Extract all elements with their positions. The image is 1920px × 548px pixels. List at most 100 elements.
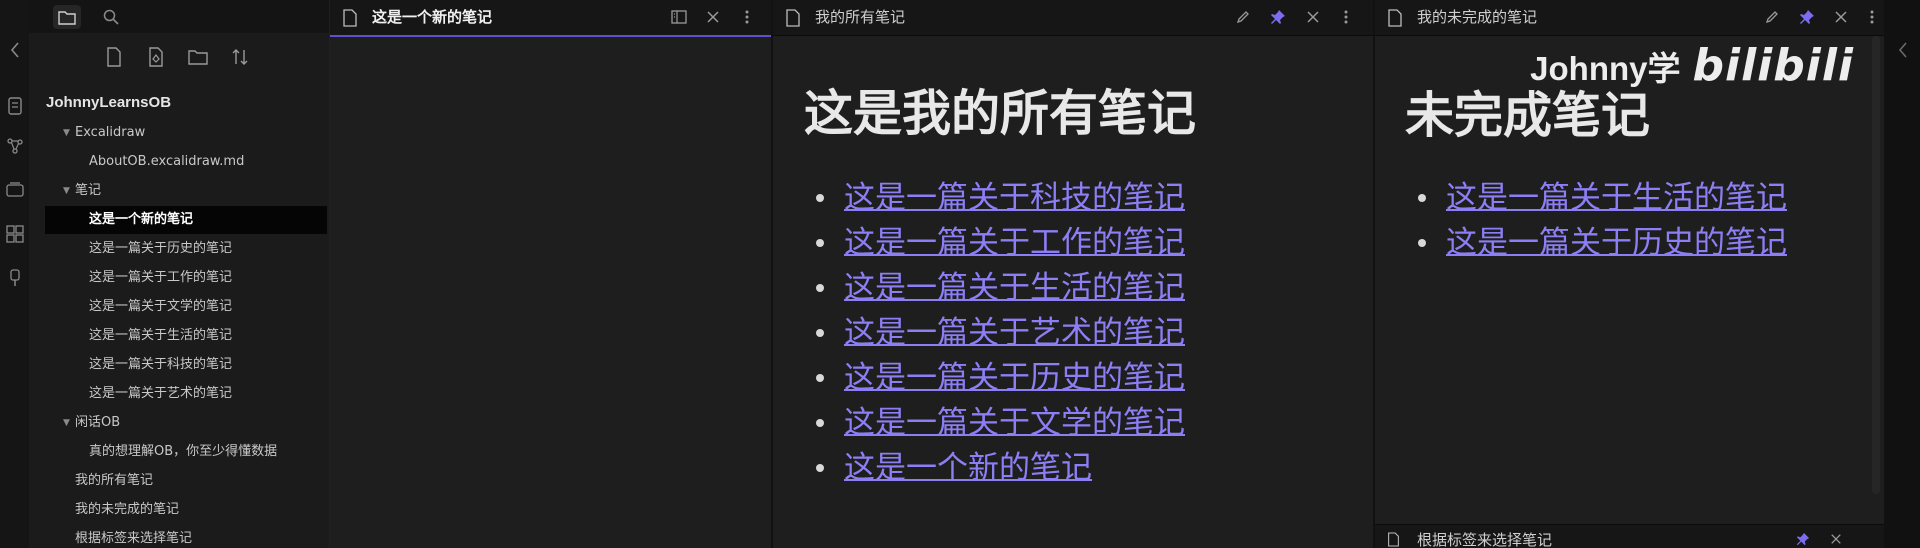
tree-item-label: Excalidraw xyxy=(75,125,146,140)
file-explorer-sidebar: JohnnyLearnsOB ▼ Excalidraw AboutOB.excali… xyxy=(29,0,330,548)
document-icon xyxy=(343,9,357,27)
tree-file[interactable]: 我的所有笔记 xyxy=(45,467,315,495)
tree-file[interactable]: 这是一篇关于艺术的笔记 xyxy=(45,380,315,408)
collapse-caret-icon[interactable]: ▼ xyxy=(63,119,70,147)
pane-header: 我的未完成的笔记 xyxy=(1375,0,1884,36)
close-icon[interactable] xyxy=(1302,6,1324,28)
internal-link[interactable]: 这是一个新的笔记 xyxy=(844,448,1092,488)
bilibili-logo: bilibili xyxy=(1692,40,1854,91)
watermark: Johnny学 bilibili xyxy=(1530,40,1854,91)
tree-file[interactable]: 这是一篇关于工作的笔记 xyxy=(45,264,315,292)
collapse-caret-icon[interactable]: ▼ xyxy=(63,177,70,205)
note-reading-view: 这是我的所有笔记 这是一篇关于科技的笔记 这是一篇关于工作的笔记 这是一篇关于生活的… xyxy=(773,36,1373,548)
tree-file[interactable]: 这是一篇关于生活的笔记 xyxy=(45,322,315,350)
plugin-icon[interactable] xyxy=(5,268,25,288)
internal-link[interactable]: 这是一篇关于科技的笔记 xyxy=(844,178,1185,218)
pane-title[interactable]: 我的所有笔记 xyxy=(815,0,905,34)
scrollbar[interactable] xyxy=(1872,36,1880,494)
pane-header: 我的所有笔记 xyxy=(773,0,1373,36)
collapse-caret-icon[interactable]: ▼ xyxy=(63,409,70,437)
document-icon xyxy=(1388,532,1399,547)
tree-item-label: 我的所有笔记 xyxy=(75,473,154,488)
tree-item-label: 我的未完成的笔记 xyxy=(75,502,180,517)
internal-link[interactable]: 这是一篇关于生活的笔记 xyxy=(1446,178,1787,218)
tree-item-label: 这是一篇关于文学的笔记 xyxy=(89,299,233,314)
app-window: JohnnyLearnsOB ▼ Excalidraw AboutOB.excali… xyxy=(0,0,1920,548)
internal-link[interactable]: 这是一篇关于工作的笔记 xyxy=(844,223,1185,263)
tree-file[interactable]: 这是一个新的笔记 xyxy=(45,206,327,234)
pane-title[interactable]: 我的未完成的笔记 xyxy=(1417,0,1537,34)
watermark-text: Johnny学 xyxy=(1530,50,1681,87)
right-ribbon xyxy=(1884,0,1920,548)
tree-file[interactable]: 我的未完成的笔记 xyxy=(45,496,315,524)
vault-name[interactable]: JohnnyLearnsOB xyxy=(46,94,171,111)
close-icon[interactable] xyxy=(1830,533,1842,545)
note-reading-view: 未完成笔记 这是一篇关于生活的笔记 这是一篇关于历史的笔记 xyxy=(1375,36,1884,524)
tree-item-label: 真的想理解OB，你至少得懂数据 xyxy=(89,444,278,459)
bullet-icon xyxy=(1418,194,1426,202)
new-note-icon[interactable] xyxy=(101,44,127,70)
tree-item-label: 笔记 xyxy=(75,183,102,198)
tree-file[interactable]: 这是一篇关于科技的笔记 xyxy=(45,351,315,379)
tree-file[interactable]: 这是一篇关于历史的笔记 xyxy=(45,235,315,263)
file-explorer-actions xyxy=(29,44,329,74)
tree-folder[interactable]: ▼ Excalidraw xyxy=(45,119,315,147)
tree-item-label: 这是一个新的笔记 xyxy=(89,212,194,227)
pin-icon[interactable] xyxy=(1796,6,1818,28)
search-tab-icon[interactable] xyxy=(97,5,125,29)
pane-unfinished-notes: 我的未完成的笔记 未完成笔记 这是一篇关于生活的笔记 这是一篇关于历史的笔记 根据… xyxy=(1375,0,1884,548)
new-drawing-icon[interactable] xyxy=(143,44,169,70)
more-options-icon[interactable] xyxy=(736,6,758,28)
internal-link[interactable]: 这是一篇关于文学的笔记 xyxy=(844,403,1185,443)
collapse-right-sidebar-icon[interactable] xyxy=(1898,42,1908,58)
collapse-sidebar-icon[interactable] xyxy=(5,40,25,60)
bullet-icon xyxy=(1418,239,1426,247)
new-folder-icon[interactable] xyxy=(185,44,211,70)
internal-link[interactable]: 这是一篇关于历史的笔记 xyxy=(1446,223,1787,263)
pane-title[interactable]: 根据标签来选择笔记 xyxy=(1417,529,1552,548)
pane-new-note: 这是一个新的笔记 xyxy=(330,0,771,548)
command-palette-icon[interactable] xyxy=(5,96,25,116)
pin-icon[interactable] xyxy=(1267,6,1289,28)
tree-file[interactable]: 真的想理解OB，你至少得懂数据 xyxy=(45,438,315,466)
graph-view-icon[interactable] xyxy=(5,136,25,156)
tree-item-label: 这是一篇关于生活的笔记 xyxy=(89,328,233,343)
tree-folder[interactable]: ▼ 闲话OB xyxy=(45,409,315,437)
sort-order-icon[interactable] xyxy=(227,44,253,70)
tree-item-label: 这是一篇关于科技的笔记 xyxy=(89,357,233,372)
internal-link[interactable]: 这是一篇关于历史的笔记 xyxy=(844,358,1185,398)
files-tab-icon[interactable] xyxy=(53,5,81,29)
note-editor-empty[interactable] xyxy=(330,36,771,548)
more-options-icon[interactable] xyxy=(1861,6,1883,28)
internal-link[interactable]: 这是一篇关于生活的笔记 xyxy=(844,268,1185,308)
internal-link[interactable]: 这是一篇关于艺术的笔记 xyxy=(844,313,1185,353)
templates-icon[interactable] xyxy=(5,224,25,244)
note-heading: 这是我的所有笔记 xyxy=(804,85,1197,142)
tree-file[interactable]: 这是一篇关于文学的笔记 xyxy=(45,293,315,321)
canvas-icon[interactable] xyxy=(5,180,25,200)
bullet-icon xyxy=(816,194,824,202)
tree-folder[interactable]: ▼ 笔记 xyxy=(45,177,315,205)
tree-file[interactable]: 根据标签来选择笔记 xyxy=(45,525,315,548)
tree-item-label: AboutOB.excalidraw.md xyxy=(89,154,245,169)
more-options-icon[interactable] xyxy=(1335,6,1357,28)
edit-pencil-icon[interactable] xyxy=(1761,6,1783,28)
close-icon[interactable] xyxy=(1830,6,1852,28)
tree-file[interactable]: AboutOB.excalidraw.md xyxy=(45,148,315,176)
left-ribbon xyxy=(0,0,29,548)
bullet-icon xyxy=(816,329,824,337)
bullet-icon xyxy=(816,374,824,382)
pane-title[interactable]: 这是一个新的笔记 xyxy=(372,0,492,34)
tree-item-label: 闲话OB xyxy=(75,415,121,430)
pane-all-notes: 我的所有笔记 这是我的所有笔记 这是一篇关于科技的笔记 这是一篇关于工作的笔记 这是… xyxy=(773,0,1373,548)
bullet-icon xyxy=(816,464,824,472)
tree-item-label: 这是一篇关于工作的笔记 xyxy=(89,270,233,285)
reading-view-icon[interactable] xyxy=(668,6,690,28)
pane-header-tag-select: 根据标签来选择笔记 xyxy=(1375,524,1884,548)
bullet-icon xyxy=(816,284,824,292)
close-icon[interactable] xyxy=(702,6,724,28)
edit-pencil-icon[interactable] xyxy=(1232,6,1254,28)
document-icon xyxy=(786,9,800,27)
pin-icon[interactable] xyxy=(1796,532,1810,546)
tree-item-label: 根据标签来选择笔记 xyxy=(75,531,193,546)
